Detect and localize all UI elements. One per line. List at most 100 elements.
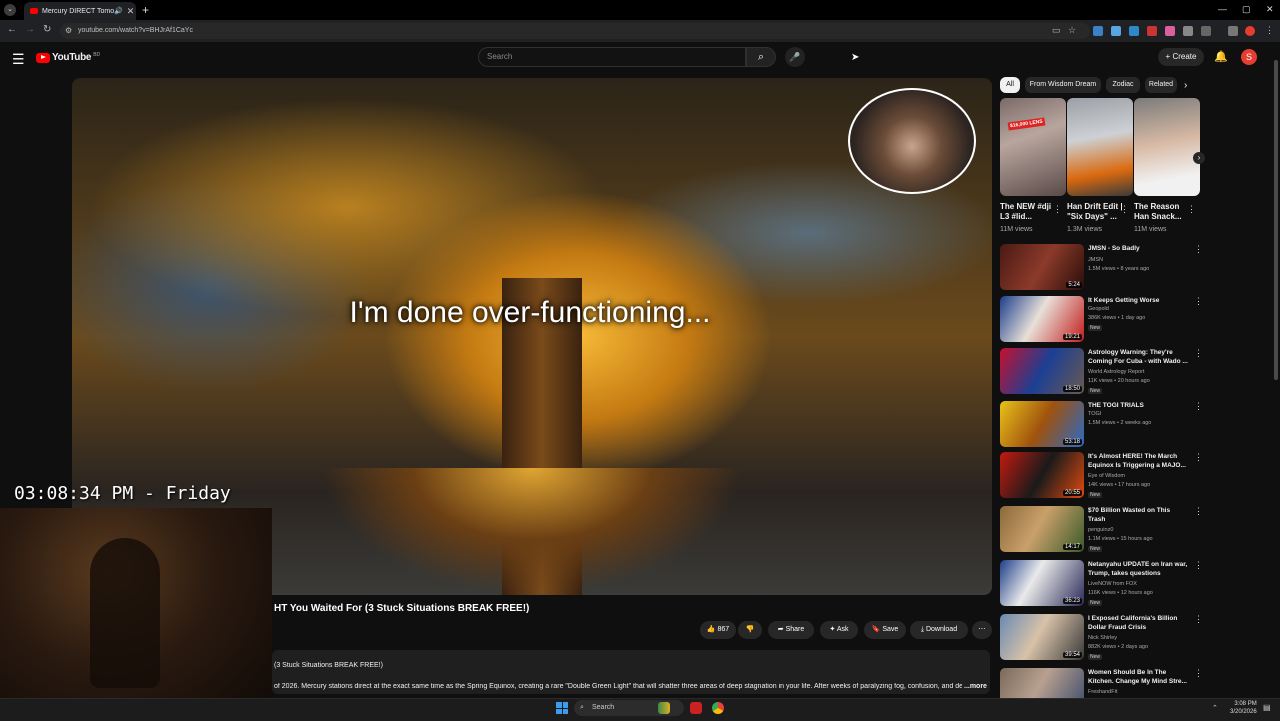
create-button[interactable]: + Create <box>1158 48 1204 66</box>
related-video[interactable]: 14:17 $70 Billion Wasted on This Trash p… <box>1000 506 1203 556</box>
tab-audio-icon[interactable]: 🔊 <box>114 7 123 15</box>
url-field[interactable]: youtube.com/watch?v=BHJrAf1CaYc <box>60 23 1090 39</box>
ask-button[interactable]: ✦ Ask <box>820 621 858 639</box>
kebab-menu-icon[interactable]: ⋮ <box>1194 614 1203 625</box>
related-video[interactable]: 18:50 Astrology Warning: They're Coming … <box>1000 348 1203 398</box>
taskbar-clock[interactable]: 3:08 PM 3/20/2026 <box>1230 700 1257 716</box>
related-video[interactable]: 53:18 THE TOGI TRIALS TOGI 1.5M views • … <box>1000 401 1203 451</box>
related-title[interactable]: It's Almost HERE! The March Equinox Is T… <box>1088 452 1188 470</box>
sidebar-icon[interactable] <box>1228 26 1238 36</box>
kebab-menu-icon[interactable]: ⋮ <box>1194 348 1203 359</box>
save-button[interactable]: 🔖 Save <box>864 621 906 639</box>
related-video[interactable]: 39:54 I Exposed California's Billion Dol… <box>1000 614 1203 664</box>
short-title[interactable]: The NEW #dji L3 #lid... <box>1000 202 1056 222</box>
channel-name[interactable]: penguinz0 <box>1088 527 1113 533</box>
chip-all[interactable]: All <box>1000 77 1020 93</box>
channel-name[interactable]: TOGI <box>1088 411 1101 417</box>
like-button[interactable]: 👍 867 <box>700 621 736 639</box>
video-thumbnail[interactable]: 39:54 <box>1000 614 1084 660</box>
related-video[interactable]: Women Should Be In The Kitchen. Change M… <box>1000 668 1200 698</box>
dislike-button[interactable]: 👎 <box>738 621 762 639</box>
chip-from-wisdom-dream[interactable]: From Wisdom Dream <box>1025 77 1101 93</box>
forward-icon[interactable]: → <box>25 24 35 35</box>
kebab-menu-icon[interactable]: ⋮ <box>1194 452 1203 463</box>
site-info-icon[interactable]: ⚙ <box>65 26 72 35</box>
related-title[interactable]: It Keeps Getting Worse <box>1088 296 1188 305</box>
close-window-button[interactable]: ✕ <box>1266 4 1274 15</box>
related-video[interactable]: 19:21 It Keeps Getting Worse Geopold 386… <box>1000 296 1203 346</box>
profile-icon[interactable] <box>1245 26 1255 36</box>
chip-zodiac[interactable]: Zodiac <box>1106 77 1140 93</box>
kebab-menu-icon[interactable]: ⋮ <box>1194 401 1203 412</box>
video-thumbnail[interactable]: 14:17 <box>1000 506 1084 552</box>
reload-icon[interactable]: ↻ <box>43 24 51 35</box>
extension-icon[interactable] <box>1111 26 1121 36</box>
search-input[interactable]: Search <box>478 47 746 67</box>
short-thumbnail[interactable]: $16,000 LENS <box>1000 98 1066 196</box>
related-video[interactable]: 20:55 It's Almost HERE! The March Equino… <box>1000 452 1203 502</box>
hamburger-menu-icon[interactable]: ☰ <box>12 51 25 68</box>
related-title[interactable]: JMSN - So Badly <box>1088 244 1188 253</box>
short-menu-icon[interactable]: ⋮ <box>1120 204 1129 215</box>
channel-name[interactable]: Geopold <box>1088 306 1109 312</box>
notification-center-icon[interactable]: ▤ <box>1263 703 1271 712</box>
extension-icon[interactable] <box>1165 26 1175 36</box>
browser-menu-icon[interactable]: ⋮ <box>1265 25 1274 36</box>
download-button[interactable]: ⤓ Download <box>910 621 968 639</box>
news-app-icon[interactable] <box>690 702 702 714</box>
video-thumbnail[interactable]: 20:55 <box>1000 452 1084 498</box>
notifications-bell-icon[interactable]: 🔔 <box>1214 50 1228 63</box>
related-video[interactable]: 36:23 Netanyahu UPDATE on Iran war, Trum… <box>1000 560 1203 610</box>
chrome-icon[interactable] <box>712 702 724 714</box>
kebab-menu-icon[interactable]: ⋮ <box>1194 506 1203 517</box>
extension-icon[interactable] <box>1183 26 1193 36</box>
browser-tab[interactable]: Mercury DIRECT Tomorrow 🔊 ✕ <box>24 2 136 20</box>
extensions-puzzle-icon[interactable] <box>1201 26 1211 36</box>
scrollbar-thumb[interactable] <box>1274 60 1278 380</box>
related-video[interactable]: 5:24 JMSN - So Badly JMSN 1.5M views • 8… <box>1000 244 1203 294</box>
channel-name[interactable]: LiveNOW from FOX <box>1088 581 1137 587</box>
youtube-logo[interactable]: YouTube BD <box>36 52 100 63</box>
maximize-button[interactable]: ▢ <box>1242 4 1251 15</box>
channel-name[interactable]: World Astrology Report <box>1088 369 1144 375</box>
share-button[interactable]: ➦ Share <box>768 621 814 639</box>
cast-icon[interactable]: ▭ <box>1052 25 1061 36</box>
weather-icon[interactable] <box>658 702 670 714</box>
short-title[interactable]: Han Drift Edit | "Six Days" ... <box>1067 202 1123 222</box>
related-title[interactable]: THE TOGI TRIALS <box>1088 401 1188 410</box>
channel-name[interactable]: FreshandFit <box>1088 689 1117 695</box>
kebab-menu-icon[interactable]: ⋮ <box>1194 668 1200 679</box>
short-menu-icon[interactable]: ⋮ <box>1053 204 1062 215</box>
kebab-menu-icon[interactable]: ⋮ <box>1194 296 1203 307</box>
short-title[interactable]: The Reason Han Snack... <box>1134 202 1190 222</box>
tab-search-icon[interactable]: ⌄ <box>4 4 16 16</box>
shorts-next-icon[interactable]: › <box>1193 152 1205 164</box>
short-menu-icon[interactable]: ⋮ <box>1187 204 1196 215</box>
video-thumbnail[interactable]: 19:21 <box>1000 296 1084 342</box>
channel-name[interactable]: Nick Shirley <box>1088 635 1117 641</box>
bookmark-star-icon[interactable]: ☆ <box>1068 25 1076 36</box>
related-title[interactable]: Astrology Warning: They're Coming For Cu… <box>1088 348 1188 366</box>
extension-icon[interactable] <box>1129 26 1139 36</box>
related-title[interactable]: Women Should Be In The Kitchen. Change M… <box>1088 668 1188 686</box>
windows-start-icon[interactable] <box>556 702 568 714</box>
search-button[interactable]: ⌕ <box>746 47 776 67</box>
voice-search-icon[interactable]: 🎤 <box>785 47 805 67</box>
video-thumbnail[interactable]: 5:24 <box>1000 244 1084 290</box>
chip-related[interactable]: Related <box>1145 77 1177 93</box>
video-thumbnail[interactable]: 36:23 <box>1000 560 1084 606</box>
avatar[interactable]: S <box>1241 49 1257 65</box>
kebab-menu-icon[interactable]: ⋮ <box>1194 244 1203 255</box>
short-thumbnail[interactable] <box>1134 98 1200 196</box>
more-actions-icon[interactable]: ⋯ <box>972 621 992 639</box>
tab-close-icon[interactable]: ✕ <box>127 6 135 17</box>
chevron-right-icon[interactable]: › <box>1184 80 1187 91</box>
extension-icon[interactable] <box>1093 26 1103 36</box>
chevron-up-icon[interactable]: ⌃ <box>1212 704 1218 712</box>
more-link[interactable]: ...more <box>962 683 987 690</box>
related-title[interactable]: I Exposed California's Billion Dollar Fr… <box>1088 614 1188 632</box>
new-tab-button[interactable]: + <box>142 3 149 17</box>
related-title[interactable]: $70 Billion Wasted on This Trash <box>1088 506 1188 524</box>
video-thumbnail[interactable] <box>1000 668 1084 698</box>
extension-icon[interactable] <box>1147 26 1157 36</box>
